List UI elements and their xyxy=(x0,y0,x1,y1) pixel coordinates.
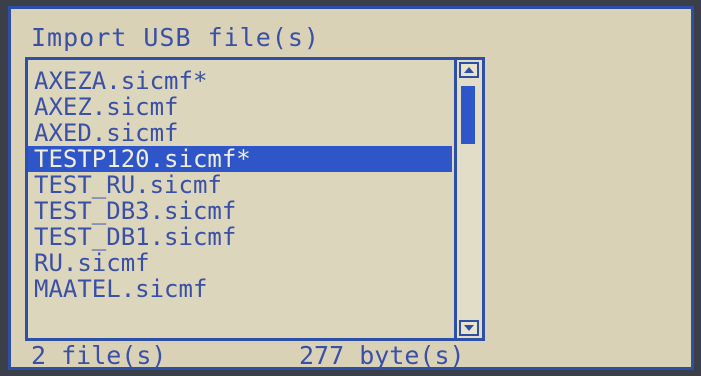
import-dialog: Import USB file(s) AXEZA.sicmf* AXEZ.sic… xyxy=(8,6,694,370)
byte-count: 277 byte(s) xyxy=(299,341,465,370)
list-item[interactable]: RU.sicmf xyxy=(28,250,452,276)
list-item[interactable]: AXEZA.sicmf* xyxy=(28,68,452,94)
list-item-selected[interactable]: TESTP120.sicmf* xyxy=(28,146,452,172)
down-triangle-icon xyxy=(464,325,474,331)
file-count: 2 file(s) xyxy=(31,341,167,370)
up-triangle-icon xyxy=(464,67,474,73)
list-item[interactable]: TEST_DB3.sicmf xyxy=(28,198,452,224)
file-listbox[interactable]: AXEZA.sicmf* AXEZ.sicmf AXED.sicmf TESTP… xyxy=(25,57,485,341)
scroll-up-button[interactable] xyxy=(459,62,479,78)
dialog-title: Import USB file(s) xyxy=(31,23,320,52)
list-item[interactable]: AXED.sicmf xyxy=(28,120,452,146)
list-item[interactable]: TEST_DB1.sicmf xyxy=(28,224,452,250)
list-item[interactable]: AXEZ.sicmf xyxy=(28,94,452,120)
scroll-down-button[interactable] xyxy=(459,320,479,336)
vertical-scrollbar[interactable] xyxy=(454,60,482,338)
list-item[interactable]: MAATEL.sicmf xyxy=(28,276,452,302)
list-item[interactable]: TEST_RU.sicmf xyxy=(28,172,452,198)
file-list: AXEZA.sicmf* AXEZ.sicmf AXED.sicmf TESTP… xyxy=(28,68,452,302)
scrollbar-thumb[interactable] xyxy=(461,86,475,144)
